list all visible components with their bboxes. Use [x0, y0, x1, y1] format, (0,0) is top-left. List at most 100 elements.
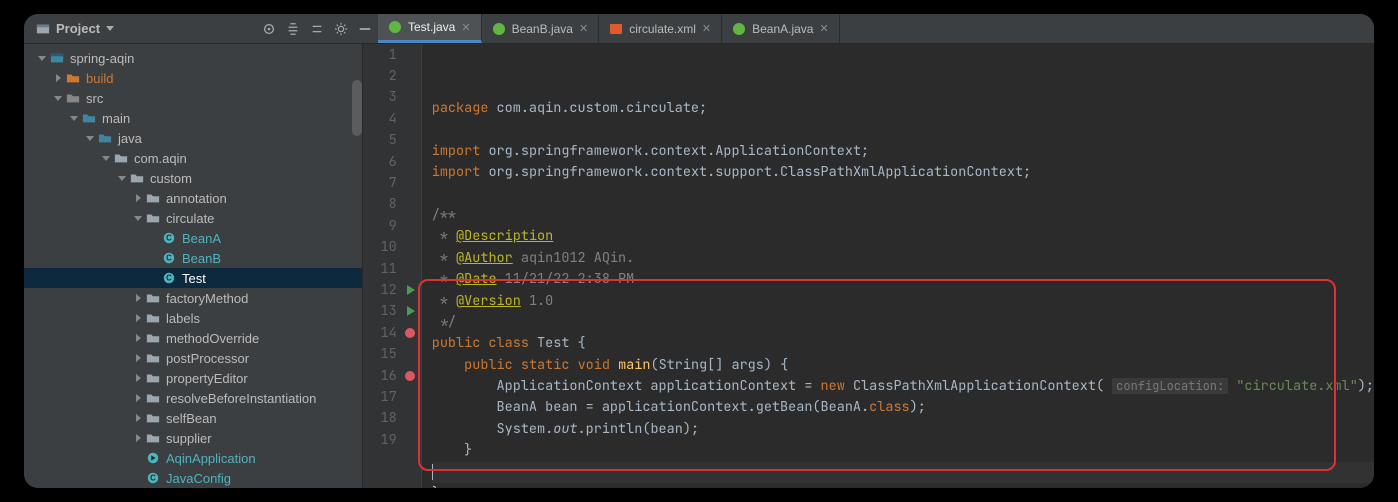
chevron-down-icon[interactable] — [52, 92, 64, 104]
gutter-line-4[interactable]: 4 — [363, 108, 421, 129]
gutter-line-11[interactable]: 11 — [363, 258, 421, 279]
code-line-1[interactable]: package com.aqin.custom.circulate; — [432, 98, 1374, 119]
tree-node-supplier[interactable]: supplier — [24, 428, 362, 448]
gutter-line-6[interactable]: 6 — [363, 151, 421, 172]
code-line-6[interactable]: /** — [432, 205, 1374, 226]
tree-node-resolveBeforeInstantiation[interactable]: resolveBeforeInstantiation — [24, 388, 362, 408]
chevron-down-icon[interactable] — [36, 52, 48, 64]
scrollbar-thumb[interactable] — [352, 80, 362, 136]
gutter-line-14[interactable]: 14 — [363, 322, 421, 343]
collapse-all-icon[interactable] — [310, 22, 324, 36]
tree-node-com-aqin[interactable]: com.aqin — [24, 148, 362, 168]
tree-node-annotation[interactable]: annotation — [24, 188, 362, 208]
tree-node-circulate[interactable]: circulate — [24, 208, 362, 228]
settings-icon[interactable] — [334, 22, 348, 36]
gutter-line-13[interactable]: 13 — [363, 301, 421, 322]
tree-node-selfBean[interactable]: selfBean — [24, 408, 362, 428]
chevron-down-icon[interactable] — [100, 152, 112, 164]
breakpoint-icon[interactable] — [405, 371, 415, 381]
code-line-13[interactable]: public static void main(String[] args) { — [432, 355, 1374, 376]
tree-node-factoryMethod[interactable]: factoryMethod — [24, 288, 362, 308]
chevron-down-icon[interactable] — [68, 112, 80, 124]
chevron-right-icon[interactable] — [132, 192, 144, 204]
tree-node-labels[interactable]: labels — [24, 308, 362, 328]
project-tree[interactable]: spring-aqinbuildsrcmainjavacom.aqincusto… — [24, 44, 363, 488]
gutter-line-7[interactable]: 7 — [363, 172, 421, 193]
gutter-line-15[interactable]: 15 — [363, 343, 421, 364]
chevron-down-icon[interactable] — [84, 132, 96, 144]
code-line-3[interactable]: import org.springframework.context.Appli… — [432, 141, 1374, 162]
tree-node-propertyEditor[interactable]: propertyEditor — [24, 368, 362, 388]
editor-tab-Test-java[interactable]: Test.java✕ — [378, 14, 482, 43]
code-line-17[interactable]: } — [432, 440, 1374, 461]
code-line-5[interactable] — [432, 184, 1374, 205]
chevron-right-icon[interactable] — [132, 372, 144, 384]
chevron-down-icon[interactable] — [132, 212, 144, 224]
code-line-10[interactable]: * @Version 1.0 — [432, 291, 1374, 312]
code-line-19[interactable]: } — [432, 483, 1374, 488]
code-line-16[interactable]: System.out.println(bean); — [432, 419, 1374, 440]
editor-tab-BeanB-java[interactable]: BeanB.java✕ — [482, 14, 600, 43]
code-line-12[interactable]: public class Test { — [432, 333, 1374, 354]
tree-node-postProcessor[interactable]: postProcessor — [24, 348, 362, 368]
chevron-right-icon[interactable] — [132, 432, 144, 444]
run-icon[interactable] — [407, 306, 415, 316]
tree-node-BeanB[interactable]: CBeanB — [24, 248, 362, 268]
run-icon[interactable] — [407, 285, 415, 295]
code-line-9[interactable]: * @Date 11/21/22 2:38 PM — [432, 269, 1374, 290]
gutter-line-9[interactable]: 9 — [363, 215, 421, 236]
chevron-right-icon[interactable] — [52, 72, 64, 84]
chevron-right-icon[interactable] — [132, 352, 144, 364]
gutter-line-16[interactable]: 16 — [363, 365, 421, 386]
code-line-4[interactable]: import org.springframework.context.suppo… — [432, 162, 1374, 183]
chevron-right-icon[interactable] — [132, 332, 144, 344]
gutter-line-3[interactable]: 3 — [363, 87, 421, 108]
project-tool-window-button[interactable]: Project — [36, 21, 114, 36]
breakpoint-icon[interactable] — [405, 328, 415, 338]
expand-all-icon[interactable] — [286, 22, 300, 36]
gutter-line-17[interactable]: 17 — [363, 386, 421, 407]
close-tab-icon[interactable]: ✕ — [819, 22, 828, 35]
chevron-right-icon[interactable] — [132, 312, 144, 324]
tree-node-AqinApplication[interactable]: AqinApplication — [24, 448, 362, 468]
tree-node-methodOverride[interactable]: methodOverride — [24, 328, 362, 348]
chevron-right-icon[interactable] — [132, 292, 144, 304]
gutter-line-8[interactable]: 8 — [363, 194, 421, 215]
editor-tab-circulate-xml[interactable]: circulate.xml✕ — [599, 14, 722, 43]
tree-node-src[interactable]: src — [24, 88, 362, 108]
tree-node-custom[interactable]: custom — [24, 168, 362, 188]
code-line-15[interactable]: BeanA bean = applicationContext.getBean(… — [432, 397, 1374, 418]
code-area[interactable]: package com.aqin.custom.circulate; impor… — [422, 44, 1374, 488]
chevron-right-icon[interactable] — [132, 392, 144, 404]
locate-icon[interactable] — [262, 22, 276, 36]
gutter-line-2[interactable]: 2 — [363, 65, 421, 86]
chevron-down-icon[interactable] — [116, 172, 128, 184]
tree-node-java[interactable]: java — [24, 128, 362, 148]
code-line-14[interactable]: ApplicationContext applicationContext = … — [432, 376, 1374, 397]
gutter-line-19[interactable]: 19 — [363, 429, 421, 450]
gutter-line-1[interactable]: 1 — [363, 44, 421, 65]
code-line-18[interactable] — [432, 462, 1374, 483]
close-tab-icon[interactable]: ✕ — [579, 22, 588, 35]
tree-node-Test[interactable]: CTest — [24, 268, 362, 288]
gutter-line-12[interactable]: 12 — [363, 279, 421, 300]
editor-tab-BeanA-java[interactable]: BeanA.java✕ — [722, 14, 840, 43]
close-tab-icon[interactable]: ✕ — [461, 21, 470, 34]
hide-icon[interactable] — [358, 22, 372, 36]
tree-node-JavaConfig[interactable]: CJavaConfig — [24, 468, 362, 488]
code-line-11[interactable]: */ — [432, 312, 1374, 333]
tree-node-main[interactable]: main — [24, 108, 362, 128]
code-line-8[interactable]: * @Author aqin1012 AQin. — [432, 248, 1374, 269]
code-line-7[interactable]: * @Description — [432, 226, 1374, 247]
close-tab-icon[interactable]: ✕ — [702, 22, 711, 35]
tree-node-BeanA[interactable]: CBeanA — [24, 228, 362, 248]
gutter-line-18[interactable]: 18 — [363, 408, 421, 429]
code-editor[interactable]: 12345678910111213141516171819 package co… — [363, 44, 1374, 488]
gutter[interactable]: 12345678910111213141516171819 — [363, 44, 422, 488]
tree-node-spring-aqin[interactable]: spring-aqin — [24, 48, 362, 68]
chevron-right-icon[interactable] — [132, 412, 144, 424]
gutter-line-10[interactable]: 10 — [363, 237, 421, 258]
gutter-line-5[interactable]: 5 — [363, 130, 421, 151]
tree-node-build[interactable]: build — [24, 68, 362, 88]
code-line-2[interactable] — [432, 119, 1374, 140]
